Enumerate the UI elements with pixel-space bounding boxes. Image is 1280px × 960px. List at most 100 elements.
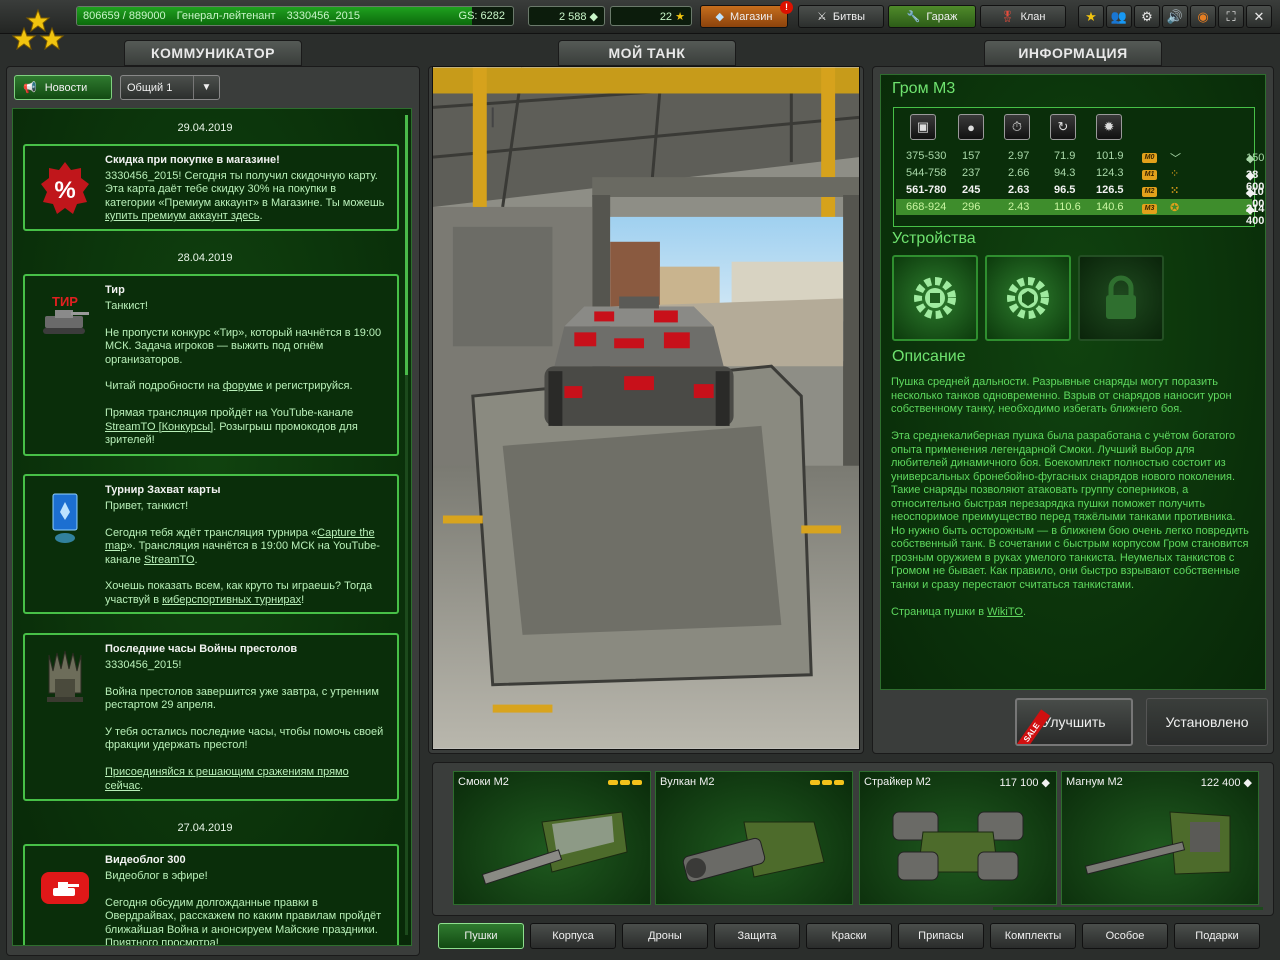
item-name: Вулкан M2	[660, 776, 715, 788]
striker-turret-icon	[892, 811, 1024, 881]
crystal-icon: ◆	[1243, 777, 1252, 789]
xp-text: 806659 / 889000	[83, 10, 166, 22]
stat-row[interactable]: 544-758 237 2.66 94.3 124.3 M1 ⁘ 38 600 ◆	[896, 165, 1264, 193]
sound-button[interactable]: 🔊	[1162, 5, 1188, 28]
news-item: Видеоблог 300 Видеоблог в эфире! Сегодня …	[23, 844, 399, 945]
forum-link[interactable]: форуме	[223, 380, 263, 392]
settings-button[interactable]: ⚙	[1134, 5, 1160, 28]
news-title: Скидка при покупке в магазине!	[105, 154, 280, 166]
channel-value: Общий 1	[127, 81, 173, 94]
tab-hulls[interactable]: Корпуса	[530, 923, 616, 949]
shooting-range-icon: ТИР	[43, 294, 89, 334]
tab-kits[interactable]: Комплекты	[990, 923, 1076, 949]
streamto-contests-link[interactable]: StreamTO [Конкурсы]	[105, 421, 213, 433]
upgrade-pips	[608, 780, 642, 785]
tab-special[interactable]: Особое	[1082, 923, 1168, 949]
news-item: Турнир Захват карты Привет, танкист! Сег…	[23, 474, 399, 614]
friends-icon: 👥	[1110, 8, 1128, 24]
scrollbar-thumb[interactable]	[405, 115, 408, 375]
lock-icon	[1106, 275, 1136, 319]
crystal-icon: ◆	[1246, 187, 1255, 199]
premium-star-button[interactable]: ★	[1078, 5, 1104, 28]
news-item: Последние часы Войны престолов 3330456_2…	[23, 633, 399, 801]
experience-bar: 806659 / 889000 Генерал-лейтенант 333045…	[76, 6, 514, 26]
crystals-counter: 2 588 ◆	[528, 6, 605, 26]
description-title: Описание	[892, 348, 966, 365]
gear-score: GS: 6282	[458, 10, 505, 22]
wrench-icon: 🔧	[906, 11, 921, 23]
tab-protection[interactable]: Защита	[714, 923, 800, 949]
stars-counter: 22 ★	[610, 6, 692, 26]
device-slot[interactable]	[985, 255, 1071, 341]
item-title: Гром M3	[892, 80, 956, 97]
crystal-icon: ◆	[1041, 777, 1050, 789]
strip-scrollbar[interactable]	[993, 907, 1263, 910]
chevron-down-icon: ▼	[193, 76, 219, 99]
garage-label: Гараж	[926, 10, 958, 23]
stat-row[interactable]: 561-780 245 2.63 96.5 126.5 M2 ⁙ 110 500 ◆	[896, 182, 1264, 210]
garage-button[interactable]: 🔧 Гараж	[888, 5, 976, 28]
news-title: Турнир Захват карты	[105, 484, 221, 496]
news-item: ТИР Тир Танкист! Не пропусти конкурс «Тир…	[23, 274, 399, 456]
sound-icon: 🔊	[1166, 8, 1184, 24]
close-icon: ✕	[1253, 8, 1265, 24]
stat-row[interactable]: 375-530 157 2.97 71.9 101.9 M0 ﹀ 150 ◆	[896, 148, 1264, 165]
rank-insignia-icon: ⁘	[1170, 168, 1180, 180]
tab-supplies[interactable]: Припасы	[898, 923, 984, 949]
news-scrollbar[interactable]	[405, 115, 408, 935]
device-slot[interactable]	[892, 255, 978, 341]
upgrade-stats-table: ▣ ● ⏱ ↻ ✹ 375-530 157 2.97 71.9 101.9 M0 ﹀ 1…	[893, 107, 1264, 227]
streamto-link[interactable]: StreamTO	[144, 554, 195, 566]
esports-tournaments-link[interactable]: киберспортивных турнирах	[162, 594, 301, 606]
item-card[interactable]: Вулкан M2	[655, 771, 853, 905]
tab-paints[interactable]: Краски	[806, 923, 892, 949]
magnum-turret-icon	[1084, 811, 1231, 875]
news-date: 28.04.2019	[177, 252, 233, 264]
category-tabs: Пушки Корпуса Дроны Защита Краски Припас…	[432, 920, 1274, 956]
battles-button[interactable]: ⚔ Битвы	[798, 5, 884, 28]
crystal-icon: ◆	[1246, 153, 1255, 165]
communicator-header: КОММУНИКАТОР	[124, 40, 302, 66]
friends-button[interactable]: 👥	[1106, 5, 1132, 28]
modification-badge: M3	[1142, 204, 1157, 214]
item-price: 122 400 ◆	[1200, 777, 1252, 789]
channel-select[interactable]: Общий 1 ▼	[120, 75, 220, 100]
item-description: Пушка средней дальности. Разрывные снаря…	[891, 376, 1249, 618]
close-button[interactable]: ✕	[1246, 5, 1272, 28]
clock-button[interactable]: ◉	[1190, 5, 1216, 28]
crystal-icon: ◆	[1246, 204, 1255, 216]
wiki-link[interactable]: WikiTO	[987, 606, 1023, 618]
upgrade-pips	[810, 780, 844, 785]
tab-drones[interactable]: Дроны	[622, 923, 708, 949]
modification-badge: M0	[1142, 153, 1157, 163]
impact-force-icon: ●	[958, 114, 984, 140]
item-name: Страйкер M2	[864, 776, 931, 788]
upgrade-label: Улучшить	[1042, 714, 1106, 730]
fullscreen-button[interactable]: ⛶	[1218, 5, 1244, 28]
stat-row-selected[interactable]: 668-924 296 2.43 110.6 140.6 M3 ✪ 214 400 ◆	[896, 199, 1264, 227]
news-tab-button[interactable]: 📢 Новости	[14, 75, 112, 100]
item-card[interactable]: Страйкер M2 117 100 ◆	[859, 771, 1057, 905]
star-icon: ★	[1085, 8, 1097, 24]
battles-label: Битвы	[832, 10, 866, 23]
premium-link[interactable]: купить премиум аккаунт здесь	[105, 210, 259, 222]
tab-turrets[interactable]: Пушки	[438, 923, 524, 949]
discount-percent-icon: %	[41, 162, 89, 214]
item-card[interactable]: Магнум M2 122 400 ◆	[1061, 771, 1259, 905]
clan-button[interactable]: 🎖 Клан	[980, 5, 1066, 28]
star-icon: ★	[675, 11, 685, 23]
upgrade-button[interactable]: SALE Улучшить	[1015, 698, 1133, 746]
gear-icon	[914, 277, 956, 319]
garage-tank-view[interactable]	[432, 66, 860, 750]
clock-icon: ◉	[1197, 8, 1209, 24]
youtube-tank-icon	[41, 872, 89, 904]
shop-button[interactable]: ◆ Магазин !	[700, 1, 793, 28]
crystal-icon: ◆	[1246, 170, 1255, 182]
modification-badge: M2	[1142, 187, 1157, 197]
tab-gifts[interactable]: Подарки	[1174, 923, 1260, 949]
crossed-swords-icon: ⚔	[816, 11, 827, 23]
news-feed[interactable]: 29.04.2019 % Скидка при покупке в магази…	[12, 108, 412, 946]
garage-items-strip: Смоки M2 Вулкан M2 Страйкер M2 117 100 ◆…	[432, 762, 1274, 916]
item-card[interactable]: Смоки M2	[453, 771, 651, 905]
installed-button: Установлено	[1146, 698, 1268, 746]
